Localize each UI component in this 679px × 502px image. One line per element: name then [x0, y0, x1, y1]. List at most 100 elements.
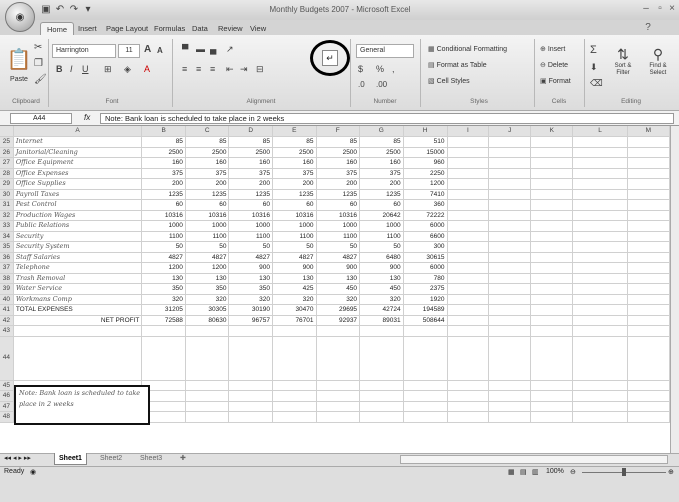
value-cell[interactable]: 130 — [141, 273, 186, 284]
value-cell[interactable]: 320 — [316, 294, 361, 305]
format-as-table-button[interactable]: ▤ Format as Table — [428, 60, 487, 72]
empty-cell[interactable] — [488, 136, 532, 148]
empty-cell[interactable] — [447, 273, 490, 284]
align-middle-icon[interactable]: ▬ — [196, 44, 205, 54]
empty-cell[interactable] — [627, 336, 670, 381]
insert-cells-button[interactable]: ⊕ Insert — [540, 44, 565, 56]
empty-cell[interactable] — [572, 231, 628, 242]
value-cell[interactable]: 60 — [359, 199, 404, 211]
empty-cell[interactable] — [530, 199, 574, 211]
empty-cell[interactable] — [627, 136, 670, 148]
empty-cell[interactable] — [572, 136, 628, 148]
empty-cell[interactable] — [447, 199, 490, 211]
value-cell[interactable] — [228, 325, 273, 337]
value-cell[interactable]: 30615 — [403, 252, 448, 263]
value-cell[interactable]: 130 — [316, 273, 361, 284]
bold-icon[interactable]: B — [56, 64, 63, 74]
value-cell[interactable]: 900 — [272, 262, 317, 274]
empty-cell[interactable] — [572, 199, 628, 211]
value-cell[interactable]: 200 — [141, 178, 186, 190]
font-color-icon[interactable]: A — [144, 64, 150, 74]
cut-icon[interactable]: ✂ — [34, 42, 42, 53]
empty-cell[interactable] — [447, 304, 490, 316]
value-cell[interactable]: 42724 — [359, 304, 404, 316]
empty-cell[interactable] — [447, 283, 490, 295]
empty-cell[interactable] — [572, 147, 628, 158]
empty-cell[interactable] — [572, 210, 628, 221]
value-cell[interactable]: 375 — [316, 168, 361, 179]
value-cell[interactable]: 60 — [316, 199, 361, 211]
empty-cell[interactable] — [403, 390, 448, 402]
value-cell[interactable]: 1100 — [185, 231, 230, 242]
close-icon[interactable]: × — [666, 3, 678, 15]
fill-color-icon[interactable]: ◈ — [124, 64, 131, 75]
value-cell[interactable] — [185, 325, 230, 337]
number-format-select[interactable]: General — [356, 44, 414, 58]
row-header[interactable]: 40 — [0, 294, 14, 305]
value-cell[interactable]: 1000 — [316, 220, 361, 232]
value-cell[interactable]: 15000 — [403, 147, 448, 158]
value-cell[interactable]: 200 — [316, 178, 361, 190]
insert-sheet-icon[interactable]: ✚ — [176, 453, 190, 465]
value-cell[interactable]: 160 — [228, 157, 273, 169]
column-header[interactable]: A — [13, 126, 143, 137]
value-cell[interactable]: 10316 — [228, 210, 273, 221]
empty-cell[interactable] — [447, 315, 490, 326]
empty-cell[interactable] — [530, 325, 574, 337]
currency-icon[interactable]: $ — [358, 64, 363, 74]
empty-cell[interactable] — [316, 401, 361, 412]
empty-cell[interactable] — [627, 220, 670, 232]
column-header[interactable]: M — [627, 126, 670, 137]
value-cell[interactable]: 300 — [403, 241, 448, 253]
row-label-cell[interactable]: Office Expenses — [13, 168, 143, 179]
value-cell[interactable]: 4827 — [141, 252, 186, 263]
empty-cell[interactable] — [488, 231, 532, 242]
find-select-button[interactable]: ⚲ Find & Select — [642, 46, 674, 77]
row-label-cell[interactable] — [13, 325, 143, 337]
empty-cell[interactable] — [530, 262, 574, 274]
empty-cell[interactable] — [359, 411, 404, 423]
row-header[interactable]: 31 — [0, 199, 14, 211]
empty-cell[interactable] — [530, 304, 574, 316]
value-cell[interactable]: 425 — [272, 283, 317, 295]
empty-cell[interactable] — [359, 380, 404, 391]
sheet-tab-2[interactable]: Sheet2 — [96, 453, 126, 465]
tab-insert[interactable]: Insert — [72, 22, 103, 35]
view-page-break-icon[interactable]: ▥ — [532, 468, 539, 476]
empty-cell[interactable] — [447, 262, 490, 274]
row-header[interactable]: 38 — [0, 273, 14, 284]
row-header[interactable]: 43 — [0, 325, 14, 337]
row-header[interactable]: 47 — [0, 401, 14, 412]
value-cell[interactable]: 1235 — [272, 189, 317, 200]
empty-cell[interactable] — [572, 189, 628, 200]
empty-cell[interactable] — [272, 380, 317, 391]
decrease-indent-icon[interactable]: ⇤ — [226, 64, 234, 75]
empty-cell[interactable] — [572, 325, 628, 337]
fill-icon[interactable]: ⬇ — [590, 62, 598, 73]
format-painter-icon[interactable]: 🖌 — [34, 74, 47, 85]
empty-cell[interactable] — [627, 157, 670, 169]
value-cell[interactable]: 1000 — [359, 220, 404, 232]
value-cell[interactable]: 6000 — [403, 220, 448, 232]
empty-cell[interactable] — [530, 178, 574, 190]
empty-cell[interactable] — [627, 231, 670, 242]
empty-cell[interactable] — [316, 411, 361, 423]
undo-icon[interactable]: ↶ — [54, 4, 66, 16]
maximize-icon[interactable]: ▫ — [654, 3, 666, 15]
vertical-scrollbar[interactable] — [670, 126, 679, 453]
empty-cell[interactable] — [447, 136, 490, 148]
row-label-cell[interactable]: Water Service — [13, 283, 143, 295]
sort-filter-button[interactable]: ⇅ Sort & Filter — [608, 46, 638, 77]
empty-cell[interactable] — [228, 390, 273, 402]
sheet-nav-icon[interactable]: ◂◂ ◂ ▸ ▸▸ — [4, 453, 31, 465]
empty-cell[interactable] — [13, 336, 143, 381]
empty-cell[interactable] — [141, 336, 186, 381]
tab-data[interactable]: Data — [186, 22, 214, 35]
tab-view[interactable]: View — [244, 22, 272, 35]
empty-cell[interactable] — [572, 273, 628, 284]
column-header[interactable]: H — [403, 126, 448, 137]
empty-cell[interactable] — [272, 411, 317, 423]
value-cell[interactable]: 2500 — [316, 147, 361, 158]
value-cell[interactable]: 1000 — [228, 220, 273, 232]
minimize-icon[interactable]: – — [640, 3, 652, 15]
